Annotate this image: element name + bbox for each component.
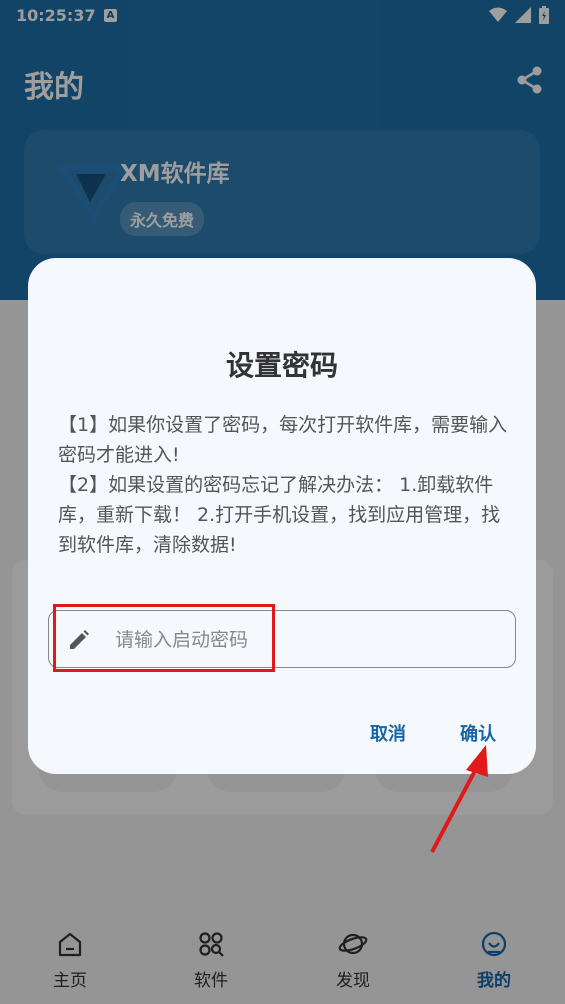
- annotation-arrow: [430, 745, 488, 853]
